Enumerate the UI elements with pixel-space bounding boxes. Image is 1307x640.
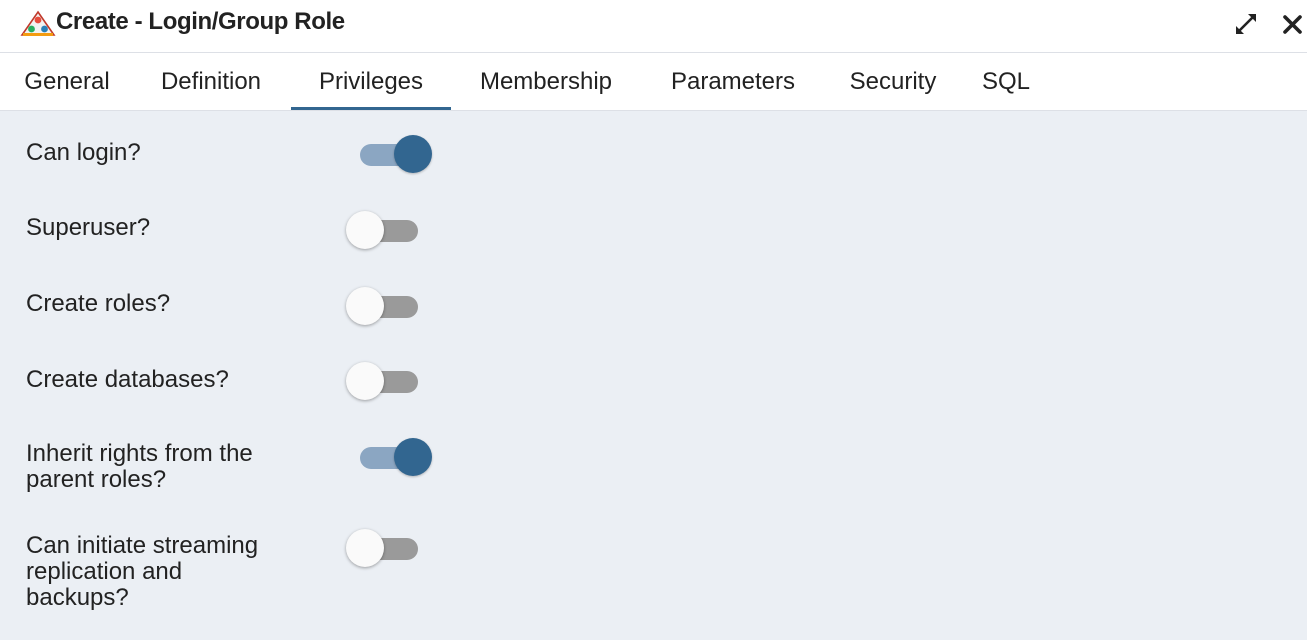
create-databases-switch[interactable] [346, 360, 430, 402]
switch-knob [394, 438, 432, 476]
tab-parameters[interactable]: Parameters [650, 53, 816, 110]
tab-security[interactable]: Security [832, 53, 954, 110]
close-button[interactable] [1279, 10, 1307, 38]
close-x-icon [1283, 15, 1302, 34]
switch-knob [346, 529, 384, 567]
can-login-switch[interactable] [346, 133, 432, 175]
create-roles-label: Create roles? [26, 290, 171, 317]
create-roles-switch[interactable] [346, 285, 430, 327]
switch-knob [394, 135, 432, 173]
switch-knob [346, 362, 384, 400]
title-bar[interactable]: Create - Login/Group Role [0, 0, 1307, 53]
maximize-button[interactable] [1232, 10, 1260, 38]
privileges-panel: Can login? Superuser? Create roles? Crea… [0, 111, 1307, 640]
switch-knob [346, 211, 384, 249]
can-login-label: Can login? [26, 139, 141, 166]
streaming-replication-label: Can initiate streaming replication and b… [26, 532, 259, 611]
switch-knob [346, 287, 384, 325]
tab-privileges[interactable]: Privileges [291, 53, 451, 110]
create-databases-label: Create databases? [26, 366, 229, 393]
expand-arrows-icon [1236, 14, 1256, 34]
tab-membership[interactable]: Membership [458, 53, 634, 110]
superuser-label: Superuser? [26, 214, 151, 241]
inherit-rights-label: Inherit rights from the parent roles? [26, 440, 253, 493]
superuser-switch[interactable] [346, 209, 430, 251]
tab-bar: General Definition Privileges Membership… [0, 53, 1307, 111]
role-triangle-icon [20, 10, 56, 36]
tab-general[interactable]: General [8, 53, 126, 110]
dialog-title: Create - Login/Group Role [56, 8, 345, 35]
inherit-rights-switch[interactable] [346, 436, 432, 478]
create-role-dialog: Create - Login/Group Role General Defini… [0, 0, 1307, 640]
streaming-replication-switch[interactable] [346, 527, 430, 569]
tab-sql[interactable]: SQL [970, 53, 1042, 110]
tab-definition[interactable]: Definition [140, 53, 282, 110]
